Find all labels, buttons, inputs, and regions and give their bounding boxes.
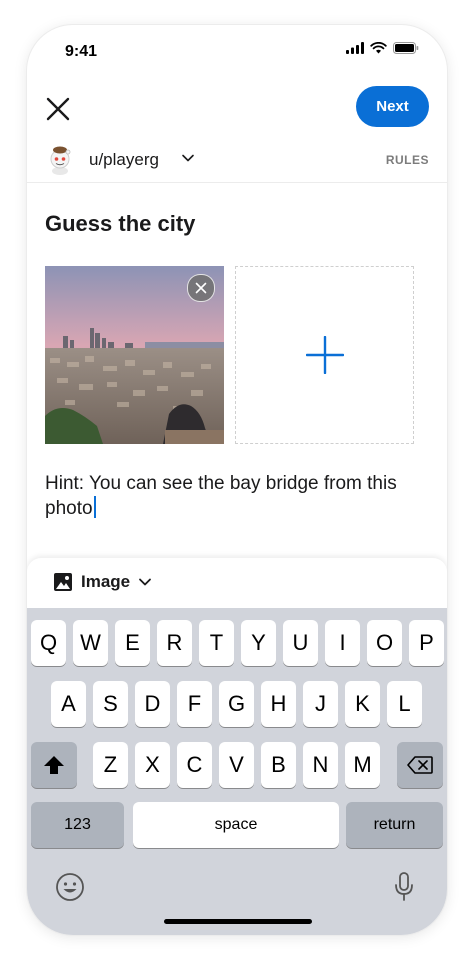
cellular-signal-icon	[346, 42, 364, 54]
backspace-icon	[407, 756, 433, 774]
key-k[interactable]: K	[345, 681, 380, 727]
key-o[interactable]: O	[367, 620, 402, 666]
key-c[interactable]: C	[177, 742, 212, 788]
backspace-key[interactable]	[397, 742, 443, 788]
dictation-button[interactable]	[389, 870, 419, 904]
home-indicator[interactable]	[164, 919, 312, 924]
post-body-input[interactable]: Hint: You can see the bay bridge from th…	[45, 471, 415, 521]
key-h[interactable]: H	[261, 681, 296, 727]
community-name[interactable]: u/playerg	[89, 150, 159, 170]
status-time: 9:41	[65, 43, 98, 60]
on-screen-keyboard: Q W E R T Y U I O P A S D F G H J K L Z …	[27, 608, 447, 935]
wifi-icon	[370, 42, 387, 54]
numbers-key[interactable]: 123	[31, 802, 124, 848]
return-key[interactable]: return	[346, 802, 443, 848]
post-body-text: Hint: You can see the bay bridge from th…	[45, 473, 397, 519]
key-r[interactable]: R	[157, 620, 192, 666]
key-i[interactable]: I	[325, 620, 360, 666]
text-cursor	[93, 496, 96, 518]
remove-photo-button[interactable]	[187, 274, 215, 302]
close-icon	[46, 97, 70, 121]
post-type-selector[interactable]: Image	[53, 572, 152, 592]
key-q[interactable]: Q	[31, 620, 66, 666]
top-navigation-bar: Next	[27, 85, 447, 133]
key-t[interactable]: T	[199, 620, 234, 666]
chevron-down-icon[interactable]	[181, 151, 195, 165]
key-u[interactable]: U	[283, 620, 318, 666]
post-type-toolbar: Image	[27, 558, 447, 608]
rules-link[interactable]: RULES	[386, 153, 429, 167]
chevron-down-icon	[139, 578, 152, 586]
key-a[interactable]: A	[51, 681, 86, 727]
emoji-button[interactable]	[53, 870, 87, 904]
shift-icon	[44, 756, 64, 774]
plus-icon	[305, 336, 344, 374]
phone-frame: 9:41 Next u/playerg RULES Guess the city…	[27, 25, 447, 935]
key-z[interactable]: Z	[93, 742, 128, 788]
key-x[interactable]: X	[135, 742, 170, 788]
key-s[interactable]: S	[93, 681, 128, 727]
key-f[interactable]: F	[177, 681, 212, 727]
emoji-icon	[56, 873, 84, 901]
key-m[interactable]: M	[345, 742, 380, 788]
key-n[interactable]: N	[303, 742, 338, 788]
key-w[interactable]: W	[73, 620, 108, 666]
space-key[interactable]: space	[133, 802, 339, 848]
key-g[interactable]: G	[219, 681, 254, 727]
key-l[interactable]: L	[387, 681, 422, 727]
community-selector-row: u/playerg RULES	[27, 142, 447, 183]
key-e[interactable]: E	[115, 620, 150, 666]
key-d[interactable]: D	[135, 681, 170, 727]
key-j[interactable]: J	[303, 681, 338, 727]
status-icons	[346, 42, 419, 54]
microphone-icon	[395, 872, 413, 901]
post-type-label: Image	[81, 572, 131, 591]
key-p[interactable]: P	[409, 620, 444, 666]
next-button[interactable]: Next	[356, 86, 429, 127]
add-image-slot[interactable]	[235, 266, 414, 444]
status-bar: 9:41	[27, 25, 447, 79]
close-icon	[195, 282, 207, 294]
battery-icon	[393, 42, 419, 54]
key-b[interactable]: B	[261, 742, 296, 788]
shift-key[interactable]	[31, 742, 77, 788]
image-icon	[54, 573, 72, 591]
close-button[interactable]	[41, 92, 75, 126]
key-y[interactable]: Y	[241, 620, 276, 666]
key-v[interactable]: V	[219, 742, 254, 788]
user-avatar-icon	[50, 146, 71, 175]
post-title[interactable]: Guess the city	[45, 211, 195, 237]
